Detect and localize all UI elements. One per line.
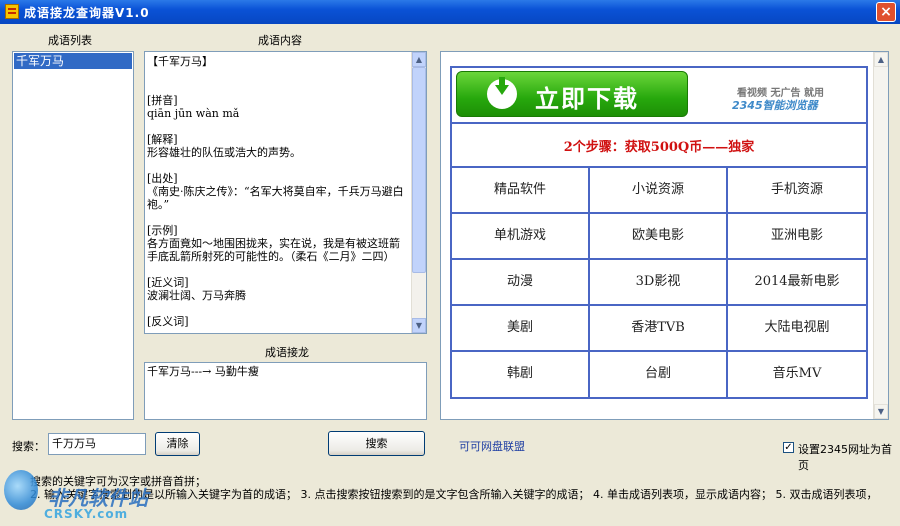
idiom-content-text: 【千军万马】 [拼音] qiān jūn wàn mǎ [解释] 形容雄壮的队伍… (147, 55, 404, 328)
watermark-logo-icon (4, 470, 38, 510)
scroll-thumb[interactable] (412, 67, 426, 273)
ad-link[interactable]: 手机资源 (728, 168, 866, 214)
idiom-chain-label: 成语接龙 (265, 346, 309, 359)
ad-scrollbar[interactable]: ▲ ▼ (873, 52, 888, 419)
help-line-2: 2. 输入关键字搜索到的是以所输入关键字为首的成语； 3. 点击搜索按钮搜索到的… (30, 488, 878, 501)
watermark-site: CRSKY.com (44, 507, 129, 521)
ad-link[interactable]: 2014最新电影 (728, 260, 866, 306)
ad-scroll-down-icon[interactable]: ▼ (874, 404, 888, 419)
ad-link[interactable]: 小说资源 (590, 168, 728, 214)
ad-link[interactable]: 动漫 (452, 260, 590, 306)
ad-link[interactable]: 单机游戏 (452, 214, 590, 260)
netdisk-link[interactable]: 可可网盘联盟 (459, 438, 525, 454)
homepage-checkbox-label: 设置2345网址为首页 (798, 443, 892, 472)
window-title: 成语接龙查询器V1.0 (24, 6, 150, 20)
app-icon (5, 4, 19, 19)
download-icon (487, 77, 517, 109)
search-button[interactable]: 搜索 (328, 431, 425, 456)
ad-link[interactable]: 亚洲电影 (728, 214, 866, 260)
idiom-content-label: 成语内容 (258, 34, 302, 47)
close-button[interactable]: × (876, 2, 896, 22)
list-item[interactable]: 千军万马 (14, 53, 132, 69)
ad-link[interactable]: 大陆电视剧 (728, 306, 866, 352)
ad-link[interactable]: 韩剧 (452, 352, 590, 398)
ad-box: 立即下载 看视频 无广告 就用 2345智能浏览器 2个步骤：获取500Q币——… (450, 66, 868, 399)
scroll-down-icon[interactable]: ▼ (412, 318, 426, 333)
download-button[interactable]: 立即下载 (456, 71, 688, 117)
download-label: 立即下载 (535, 85, 639, 113)
idiom-content-box[interactable]: 【千军万马】 [拼音] qiān jūn wàn mǎ [解释] 形容雄壮的队伍… (144, 51, 427, 334)
idiom-chain-text: 千军万马---→ 马勤牛瘦 (147, 365, 259, 378)
ad-link[interactable]: 美剧 (452, 306, 590, 352)
title-bar: 成语接龙查询器V1.0 × (0, 0, 900, 24)
scroll-up-icon[interactable]: ▲ (412, 52, 426, 67)
idiom-list[interactable]: 千军万马 (12, 51, 134, 420)
ad-link[interactable]: 台剧 (590, 352, 728, 398)
idiom-list-label: 成语列表 (48, 34, 92, 47)
idiom-chain-box[interactable]: 千军万马---→ 马勤牛瘦 (144, 362, 427, 420)
ad-link[interactable]: 欧美电影 (590, 214, 728, 260)
ad-browser-logo: 2345智能浏览器 (732, 99, 818, 112)
search-label: 搜索： (12, 440, 45, 453)
content-scrollbar[interactable]: ▲ ▼ (411, 52, 426, 333)
clear-button[interactable]: 清除 (155, 432, 200, 456)
ad-scroll-up-icon[interactable]: ▲ (874, 52, 888, 67)
ad-link[interactable]: 香港TVB (590, 306, 728, 352)
ad-steps-text: 2个步骤：获取500Q币——独家 (563, 140, 755, 155)
ad-steps-row[interactable]: 2个步骤：获取500Q币——独家 (452, 122, 866, 168)
homepage-checkbox[interactable]: ✓ (783, 442, 794, 453)
ad-link[interactable]: 3D影视 (590, 260, 728, 306)
search-input[interactable]: 千万万马 (48, 433, 146, 455)
ad-link[interactable]: 音乐MV (728, 352, 866, 398)
ad-link[interactable]: 精品软件 (452, 168, 590, 214)
